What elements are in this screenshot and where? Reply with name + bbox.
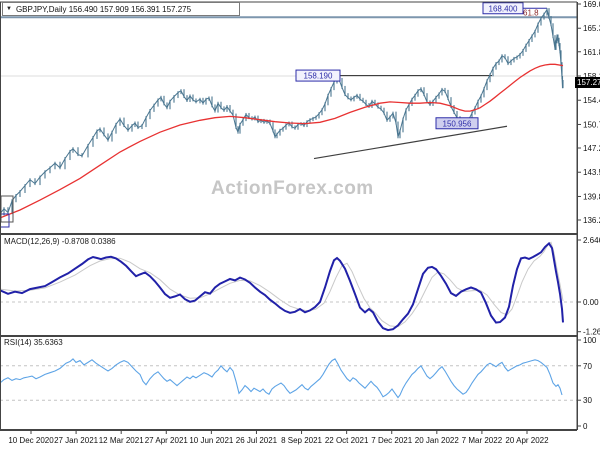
date-label: 10 Jun 2021	[189, 436, 234, 445]
date-label: 20 Jan 2022	[415, 436, 460, 445]
date-label: 27 Jan 2021	[54, 436, 99, 445]
macd-signal-line	[0, 241, 564, 328]
date-label: 27 Apr 2021	[145, 436, 189, 445]
price-y-axis-label: 150.775	[583, 120, 600, 129]
resistance-168-label: 168.400	[489, 4, 518, 13]
left-edge-marker-box	[0, 195, 14, 223]
symbol-title-bar[interactable]: ▼ GBPJPY,Daily 156.490 157.909 156.391 1…	[2, 2, 240, 16]
support-trendline	[313, 125, 508, 160]
date-label: 26 Jul 2021	[236, 436, 278, 445]
symbol-title: GBPJPY,Daily 156.490 157.909 156.391 157…	[15, 4, 192, 14]
date-label: 20 Apr 2022	[505, 436, 549, 445]
macd-y-axis-label: 2.6468	[583, 236, 600, 245]
rsi-y-axis-label: 100	[583, 336, 597, 345]
rsi-line	[0, 358, 563, 399]
rsi-y-axis-label: 30	[583, 396, 592, 405]
chart-window: 61.8 168.400 158.190 150.956 169.045 165.370 1…	[0, 0, 600, 450]
price-y-axis-label: 143.530	[583, 168, 600, 177]
macd-title: MACD(12,26,9) -0.8708 0.0386	[4, 237, 116, 246]
date-label: 22 Oct 2021	[325, 436, 369, 445]
date-label: 10 Dec 2020	[8, 436, 54, 445]
fib-61-label: 61.8	[523, 8, 539, 17]
date-label: 8 Sep 2021	[281, 436, 322, 445]
current-price-tag: 157.275	[575, 77, 600, 88]
watermark: ActionForex.com	[211, 178, 374, 199]
macd-main-line	[0, 241, 564, 332]
chart-canvas[interactable]: 61.8 168.400 158.190 150.956 169.045 165.370 1…	[0, 0, 600, 450]
price-y-axis-label: 136.285	[583, 216, 600, 225]
rsi-title: RSI(14) 35.6363	[4, 338, 63, 347]
price-y-axis-label: 169.045	[583, 0, 600, 9]
date-label: 7 Dec 2021	[371, 436, 412, 445]
resistance-158-label: 158.190	[304, 72, 333, 81]
rsi-y-axis-label: 70	[583, 362, 592, 371]
price-y-axis-label: 161.800	[583, 48, 600, 57]
macd-y-axis-label: 0.00	[583, 298, 599, 307]
rsi-y-axis-label: 0	[583, 422, 588, 431]
price-y-axis-label: 165.370	[583, 24, 600, 33]
price-y-axis-label: 139.855	[583, 192, 600, 201]
price-y-axis-label: 154.450	[583, 96, 600, 105]
dropdown-icon[interactable]: ▼	[6, 6, 12, 12]
support-150-label: 150.956	[443, 119, 472, 128]
date-label: 12 Mar 2021	[99, 436, 144, 445]
date-label: 7 Mar 2022	[462, 436, 503, 445]
price-y-axis-label: 147.205	[583, 144, 600, 153]
